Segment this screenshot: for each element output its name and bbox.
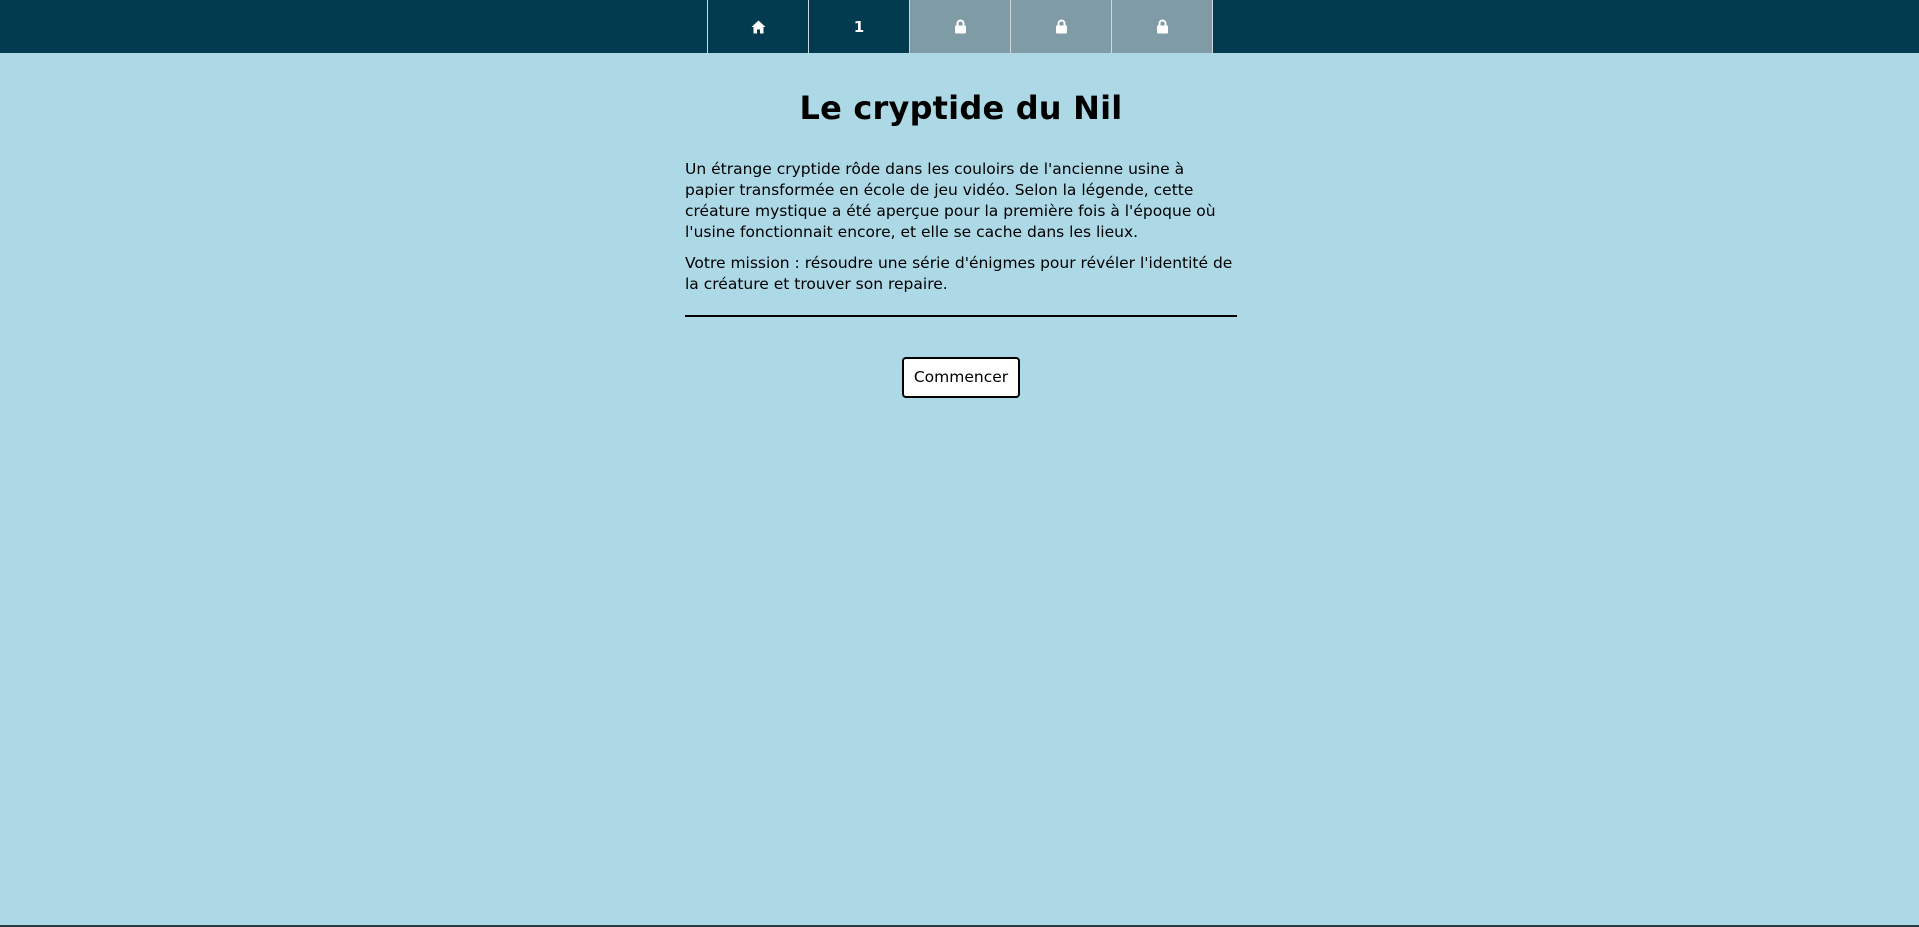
nav-level-4-locked[interactable] — [1112, 0, 1213, 53]
nav-level-3-locked[interactable] — [1011, 0, 1112, 53]
main-content: Le cryptide du Nil Un étrange cryptide r… — [685, 53, 1237, 398]
nav-level-1-button[interactable]: 1 — [809, 0, 910, 53]
level-number: 1 — [853, 17, 865, 36]
lock-icon — [1156, 19, 1169, 34]
start-button-container: Commencer — [685, 357, 1237, 398]
top-navigation-bar: 1 — [0, 0, 1919, 53]
level-nav: 1 — [707, 0, 1213, 53]
lock-icon — [954, 19, 967, 34]
nav-home-button[interactable] — [708, 0, 809, 53]
home-icon — [751, 20, 766, 34]
nav-level-2-locked[interactable] — [910, 0, 1011, 53]
intro-text: Un étrange cryptide rôde dans les couloi… — [685, 159, 1237, 295]
page-title: Le cryptide du Nil — [799, 89, 1123, 127]
mission-paragraph: Votre mission : résoudre une série d'éni… — [685, 254, 1233, 293]
divider — [685, 315, 1237, 317]
start-button[interactable]: Commencer — [901, 357, 1021, 398]
lock-icon — [1055, 19, 1068, 34]
intro-paragraph: Un étrange cryptide rôde dans les couloi… — [685, 160, 1216, 241]
